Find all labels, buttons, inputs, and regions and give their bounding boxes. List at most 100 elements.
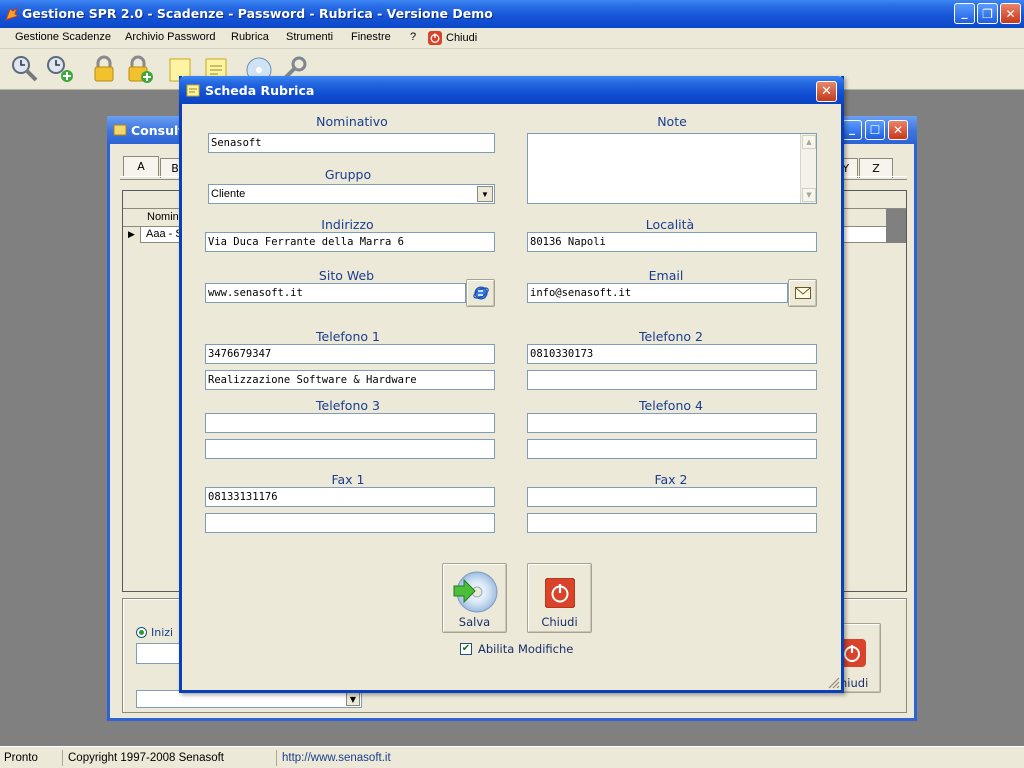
close-icon: ✕ [1005, 6, 1016, 21]
telefono4-note-input[interactable] [527, 439, 817, 459]
close-button[interactable]: ✕ [1000, 3, 1021, 24]
consulta-maximize-button[interactable]: ☐ [865, 120, 885, 140]
minimize-icon: _ [961, 4, 968, 19]
telefono2-input[interactable]: 0810330173 [527, 344, 817, 364]
menu-gestione-scadenze[interactable]: Gestione Scadenze [15, 31, 111, 43]
resize-grip-icon[interactable] [826, 675, 840, 689]
row-indicator-icon: ▶ [123, 227, 141, 243]
menu-chiudi-label: Chiudi [446, 32, 478, 44]
maximize-button[interactable]: ❐ [977, 3, 998, 24]
add-lock-icon[interactable] [122, 52, 156, 86]
power-icon [545, 578, 575, 608]
chevron-down-icon: ▼ [346, 692, 360, 706]
gruppo-label: Gruppo [324, 167, 372, 182]
fax2-input[interactable] [527, 487, 817, 507]
fax1-input[interactable]: 08133131176 [205, 487, 495, 507]
envelope-icon [794, 287, 811, 299]
sitoweb-label: Sito Web [318, 268, 375, 283]
grid-column-header: Nomin [147, 211, 179, 223]
status-copyright: Copyright 1997-2008 Senasoft [68, 752, 224, 764]
save-label: Salva [458, 615, 491, 629]
dialog-title: Scheda Rubrica [205, 83, 315, 98]
telefono4-input[interactable] [527, 413, 817, 433]
sitoweb-input[interactable]: www.senasoft.it [205, 283, 466, 303]
note-textarea[interactable]: ▲ ▼ [527, 133, 817, 204]
fax1-label: Fax 1 [331, 472, 365, 487]
status-state: Pronto [4, 752, 38, 764]
telefono2-label: Telefono 2 [639, 329, 703, 344]
note-icon [186, 84, 200, 97]
checkbox-checked-icon: ✔ [460, 643, 472, 655]
status-divider [276, 750, 277, 766]
address-book-icon [113, 124, 127, 136]
scroll-up-icon[interactable]: ▲ [802, 135, 816, 149]
tab-a[interactable]: A [123, 156, 159, 176]
app-icon [5, 6, 20, 22]
fax1-note-input[interactable] [205, 513, 495, 533]
enable-edit-label: Abilita Modifiche [478, 642, 574, 656]
dialog-chiudi-label: Chiudi [541, 615, 578, 629]
telefono1-label: Telefono 1 [316, 329, 380, 344]
telefono3-input[interactable] [205, 413, 495, 433]
close-icon: ✕ [821, 84, 832, 99]
consulta-close-button[interactable]: ✕ [888, 120, 908, 140]
nominativo-label: Nominativo [316, 114, 388, 129]
save-button[interactable]: Salva [442, 563, 507, 633]
menu-strumenti[interactable]: Strumenti [286, 31, 333, 43]
localita-label: Località [645, 217, 695, 232]
send-email-button[interactable] [788, 279, 817, 307]
telefono1-input[interactable]: 3476679347 [205, 344, 495, 364]
consulta-chiudi-label: hiudi [840, 676, 869, 690]
gruppo-value: Cliente [211, 188, 246, 200]
scadenze-icon[interactable] [8, 52, 42, 86]
dialog-title-bar[interactable]: Scheda Rubrica [179, 76, 844, 104]
save-disc-icon [453, 571, 498, 613]
note-scrollbar[interactable]: ▲ ▼ [800, 134, 816, 203]
status-divider [62, 750, 63, 766]
chevron-down-icon[interactable]: ▼ [477, 186, 493, 202]
telefono1-note-input[interactable]: Realizzazione Software & Hardware [205, 370, 495, 390]
menu-rubrica[interactable]: Rubrica [231, 31, 269, 43]
power-icon [428, 31, 442, 45]
main-title-bar[interactable]: Gestione SPR 2.0 - Scadenze - Password -… [0, 0, 1024, 28]
indirizzo-label: Indirizzo [321, 217, 374, 232]
telefono3-label: Telefono 3 [316, 398, 380, 413]
indirizzo-input[interactable]: Via Duca Ferrante della Marra 6 [205, 232, 495, 252]
email-label: Email [648, 268, 684, 283]
restore-icon: ❐ [982, 6, 993, 21]
browser-icon [472, 286, 489, 300]
localita-input[interactable]: 80136 Napoli [527, 232, 817, 252]
menu-chiudi[interactable]: Chiudi [428, 31, 477, 45]
tab-z[interactable]: Z [859, 158, 893, 178]
search-input[interactable] [136, 643, 182, 664]
minimize-button[interactable]: _ [954, 3, 975, 24]
scroll-down-icon[interactable]: ▼ [802, 188, 816, 202]
telefono4-label: Telefono 4 [639, 398, 703, 413]
menu-help[interactable]: ? [410, 31, 416, 43]
status-bar: Pronto Copyright 1997-2008 Senasoft http… [0, 746, 1024, 768]
gruppo-select[interactable]: Cliente ▼ [208, 184, 495, 204]
email-input[interactable]: info@senasoft.it [527, 283, 788, 303]
row-text: Aaa - S [146, 228, 183, 240]
fax2-label: Fax 2 [654, 472, 688, 487]
note-label: Note [657, 114, 687, 129]
add-scadenza-icon[interactable] [43, 52, 77, 86]
dialog-close-button[interactable]: ✕ [816, 81, 837, 102]
status-url-link[interactable]: http://www.senasoft.it [282, 752, 391, 764]
fax2-note-input[interactable] [527, 513, 817, 533]
nominativo-input[interactable]: Senasoft [208, 133, 495, 153]
radio-label: Inizi [151, 626, 174, 639]
menu-bar: Gestione Scadenze Archivio Password Rubr… [0, 28, 1024, 49]
consulta-minimize-button[interactable]: _ [842, 120, 862, 140]
menu-finestre[interactable]: Finestre [351, 31, 391, 43]
telefono2-note-input[interactable] [527, 370, 817, 390]
open-website-button[interactable] [466, 279, 495, 307]
telefono3-note-input[interactable] [205, 439, 495, 459]
enable-edit-checkbox[interactable]: ✔ Abilita Modifiche [460, 642, 573, 656]
lock-icon[interactable] [87, 52, 121, 86]
dialog-chiudi-button[interactable]: Chiudi [527, 563, 592, 633]
radio-inizia[interactable]: Inizi [136, 626, 173, 639]
radio-icon [136, 627, 147, 638]
menu-archivio-password[interactable]: Archivio Password [125, 31, 215, 43]
window-title: Gestione SPR 2.0 - Scadenze - Password -… [22, 6, 493, 21]
